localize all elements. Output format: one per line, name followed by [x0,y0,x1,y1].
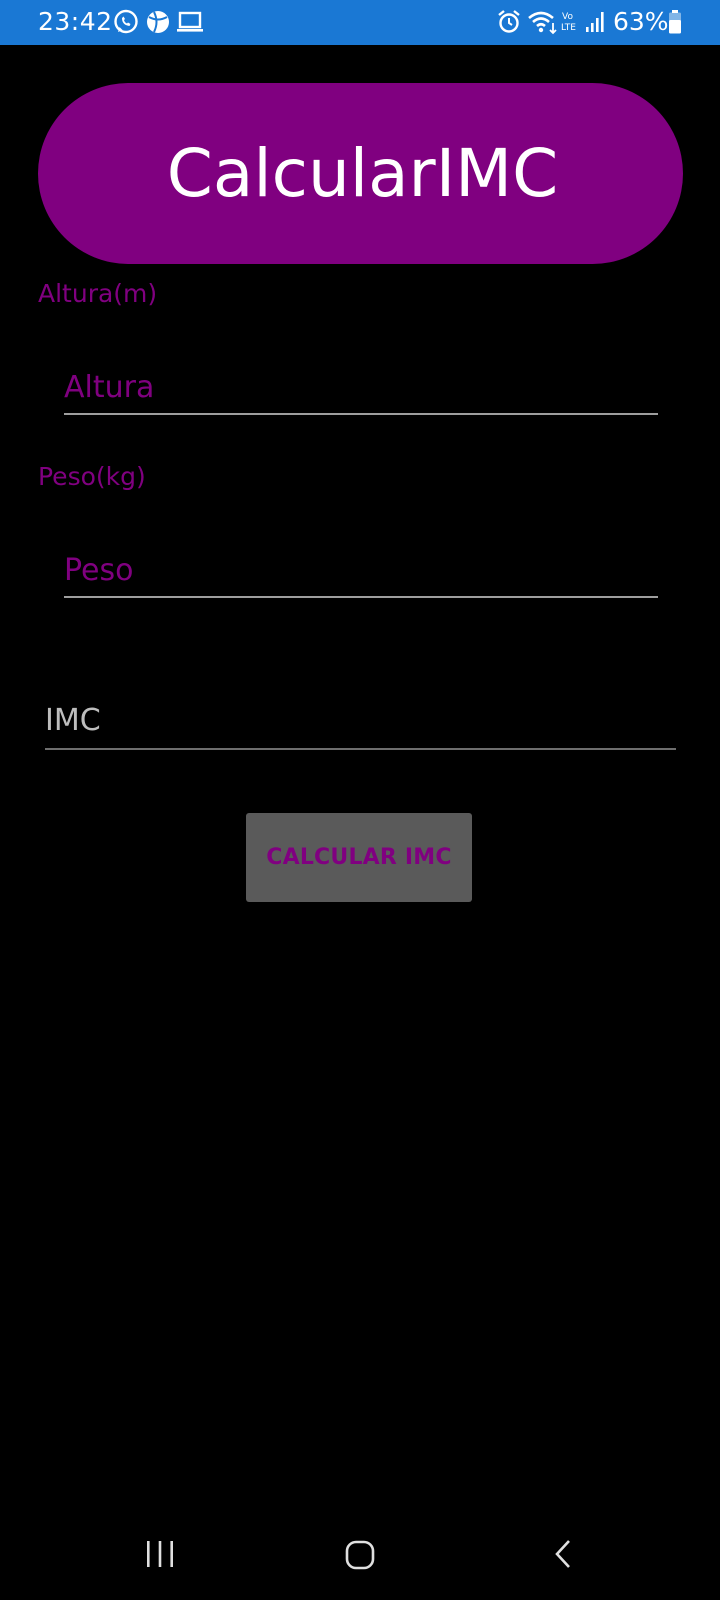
status-time: 23:42 [38,7,113,36]
app-title: CalcularIMC [166,135,559,212]
app-title-banner: CalcularIMC [38,83,683,264]
ball-icon [147,11,169,33]
height-input[interactable]: Altura [64,363,658,415]
imc-result-field: IMC [45,690,676,750]
battery-icon [669,10,681,34]
calculate-imc-button[interactable]: CALCULAR IMC [246,813,472,902]
recent-apps-icon[interactable] [143,1538,177,1572]
height-label: Altura(m) [38,279,158,308]
back-icon[interactable] [548,1538,582,1572]
height-placeholder: Altura [64,370,155,405]
weight-placeholder: Peso [64,553,134,588]
svg-text:LTE: LTE [561,23,576,33]
volte-icon: Vo LTE [561,12,576,33]
svg-text:Vo: Vo [562,12,573,22]
laptop-icon [177,11,203,32]
weight-input[interactable]: Peso [64,546,658,598]
status-bar: 23:42 Vo LTE 63% [0,0,720,45]
app-screen: 23:42 Vo LTE 63% CalcularIMC Altura(m) A… [0,0,720,1600]
calculate-imc-button-label: CALCULAR IMC [266,845,452,870]
imc-result-text: IMC [45,703,101,738]
whatsapp-icon [114,9,138,34]
home-icon[interactable] [343,1538,377,1572]
weight-label: Peso(kg) [38,462,146,491]
alarm-icon [498,10,520,33]
wifi-icon [528,11,557,35]
signal-icon [586,12,604,32]
battery-percent: 63% [613,7,669,36]
